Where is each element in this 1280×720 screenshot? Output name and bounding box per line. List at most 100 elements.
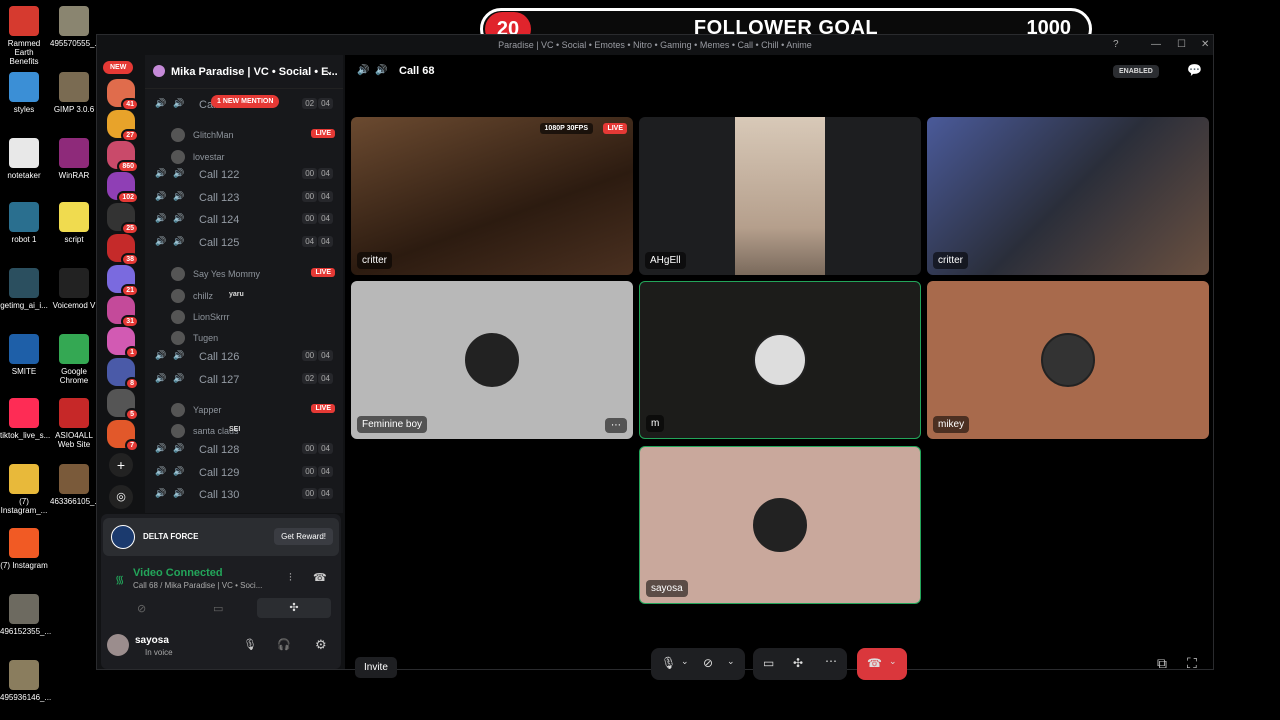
screen-share-icon[interactable]: ▭ (763, 656, 774, 670)
new-mention-pill[interactable]: 1 NEW MENTION (211, 95, 280, 108)
server-icon[interactable]: 31 (107, 296, 139, 328)
popout-icon[interactable]: ⧉ (1157, 655, 1167, 672)
server-icon[interactable]: 860 (107, 141, 139, 173)
voice-user-chillz[interactable]: chillz yaru (171, 287, 335, 305)
activities-icon[interactable]: ✣ (257, 598, 331, 618)
server-icon[interactable]: 1 (107, 327, 139, 359)
desktop-icon-label: 495936146_... (0, 693, 52, 702)
tile-m[interactable]: m (639, 281, 921, 439)
microphone-icon[interactable]: 🎙 (243, 638, 257, 651)
voice-location[interactable]: Call 68 / Mika Paradise | VC • Soci... (133, 581, 262, 590)
desktop-icon[interactable]: 463366105_... (50, 464, 101, 506)
camera-off-icon[interactable]: ⊘ (703, 656, 713, 670)
server-icon[interactable]: 102 (107, 172, 139, 204)
settings-gear-icon[interactable]: ⚙ (315, 637, 327, 653)
desktop-icon[interactable]: Google Chrome (50, 334, 98, 385)
desktop-icon[interactable]: 495570555_... (50, 6, 102, 48)
server-icon[interactable]: 8 (107, 358, 139, 390)
server-icon[interactable]: 27 (107, 110, 139, 142)
more-options-icon[interactable]: ⋯ (825, 654, 837, 668)
channel-user-count-limit: 04 (318, 373, 333, 384)
server-icon[interactable]: 25 (107, 203, 139, 235)
live-badge: LIVE (311, 404, 335, 413)
video-tile-critter[interactable]: critter (927, 117, 1209, 275)
stream-tile-critter[interactable]: 1080P 30FPS LIVE critter (351, 117, 633, 275)
voice-channel-call-123[interactable]: 🔊 🔊 Call 123 00 04 (155, 188, 335, 208)
enabled-badge[interactable]: ENABLED (1113, 65, 1159, 78)
chat-bubble-icon[interactable]: 💬 (1187, 63, 1202, 77)
voice-channel-call-127[interactable]: 🔊 🔊 Call 127 02 04 (155, 370, 335, 390)
invite-button[interactable]: Invite (355, 657, 397, 678)
promo-banner: DELTA FORCE Get Reward! (103, 518, 339, 556)
voice-user-lionskrrr[interactable]: LionSkrrr (171, 308, 335, 326)
avatar[interactable] (107, 634, 129, 656)
desktop-icon[interactable]: 495936146_... (0, 660, 52, 702)
voice-channel-call-126[interactable]: 🔊 🔊 Call 126 00 04 (155, 347, 335, 367)
close-button[interactable]: ✕ (1201, 35, 1209, 55)
channel-user-count-limit: 04 (318, 350, 333, 361)
maximize-button[interactable]: ☐ (1177, 35, 1186, 55)
desktop-icon-label: Rammed Earth Benefits (7, 39, 41, 66)
avatar (171, 150, 185, 164)
more-options-icon[interactable]: ⋯ (605, 418, 627, 433)
desktop-icon-label: Google Chrome (59, 367, 89, 385)
desktop-icon[interactable]: styles (0, 72, 48, 114)
server-icon[interactable]: 5 (107, 389, 139, 421)
voice-channel-call-128[interactable]: 🔊 🔊 Call 128 00 04 (155, 440, 335, 460)
disconnect-icon[interactable]: ☎ (313, 571, 327, 584)
activities-icon[interactable]: ✣ (793, 656, 803, 670)
desktop-icon[interactable]: Rammed Earth Benefits (0, 6, 48, 66)
channel-user-count: 02 04 (301, 373, 333, 384)
voice-channel-call-125[interactable]: 🔊 🔊 Call 125 04 04 (155, 233, 335, 253)
tile-mikey[interactable]: mikey (927, 281, 1209, 439)
desktop-icon-label: 495570555_... (50, 39, 102, 48)
fullscreen-icon[interactable]: ⛶ (1187, 655, 1197, 672)
desktop-icon[interactable]: Voicemod V (50, 268, 98, 310)
voice-user-santa[interactable]: santa claus SEI (171, 422, 335, 440)
discover-icon[interactable]: ◎ (109, 485, 133, 509)
camera-off-icon[interactable]: ⊘ (137, 602, 146, 615)
server-icon[interactable]: 41 (107, 79, 139, 111)
desktop-icon[interactable]: notetaker (0, 138, 48, 180)
desktop-icon[interactable]: (7) Instagram_... (0, 464, 48, 515)
voice-channel-call-130[interactable]: 🔊 🔊 Call 130 00 04 (155, 485, 335, 505)
desktop-icon[interactable]: ASIO4ALL Web Site (50, 398, 98, 449)
get-reward-button[interactable]: Get Reward! (274, 528, 333, 545)
desktop-icon[interactable]: script (50, 202, 98, 244)
leave-call-button[interactable]: ☎ ⌄ (857, 648, 907, 680)
tile-feminine-boy[interactable]: Feminine boy ⋯ (351, 281, 633, 439)
desktop-icon[interactable]: robot 1 (0, 202, 48, 244)
voice-user-lovestar[interactable]: lovestar (171, 148, 335, 166)
voice-user-sayyes[interactable]: Say Yes Mommy LIVE (171, 265, 335, 283)
chevron-down-icon[interactable]: ⌄ (681, 656, 689, 667)
help-icon[interactable]: ? (1113, 35, 1119, 55)
voice-channel-call-122[interactable]: 🔊 🔊 Call 122 00 04 (155, 165, 335, 185)
voice-user-tugen[interactable]: Tugen (171, 329, 335, 347)
desktop-icon[interactable]: (7) Instagram (0, 528, 48, 570)
chevron-down-icon[interactable]: ⌄ (727, 656, 735, 667)
voice-user-glitchman[interactable]: GlitchMan LIVE (171, 126, 335, 144)
desktop-icon[interactable]: 496152355_... (0, 594, 51, 636)
desktop-icon[interactable]: tiktok_live_s... (0, 398, 50, 440)
desktop-icon[interactable]: getimg_ai_i... (0, 268, 48, 310)
headphones-icon[interactable]: 🎧 (277, 638, 291, 651)
voice-user-yapper[interactable]: Yapper LIVE (171, 401, 335, 419)
desktop-icon[interactable]: WinRAR (50, 138, 98, 180)
server-icon[interactable]: 21 (107, 265, 139, 297)
noise-suppression-icon[interactable]: ⫶ (289, 572, 292, 585)
voice-channel-call-124[interactable]: 🔊 🔊 Call 124 00 04 (155, 210, 335, 230)
chevron-down-icon[interactable]: ⌄ (889, 656, 897, 667)
server-icon[interactable]: 38 (107, 234, 139, 266)
microphone-icon[interactable]: 🎙 (661, 656, 676, 670)
server-icon[interactable]: 7 (107, 420, 139, 452)
screen-share-icon[interactable]: ▭ (213, 602, 223, 615)
voice-channel-call-129[interactable]: 🔊 🔊 Call 129 00 04 (155, 463, 335, 483)
add-server-icon[interactable]: + (109, 453, 133, 477)
avatar (171, 331, 185, 345)
tile-sayosa[interactable]: sayosa (639, 446, 921, 604)
server-header[interactable]: Mika Paradise | VC • Social • E... ⌄ (145, 55, 343, 89)
desktop-icon[interactable]: GIMP 3.0.6 (50, 72, 98, 114)
desktop-icon[interactable]: SMITE (0, 334, 48, 376)
video-tile-ahgell[interactable]: AHgEll (639, 117, 921, 275)
minimize-button[interactable]: — (1151, 35, 1161, 55)
